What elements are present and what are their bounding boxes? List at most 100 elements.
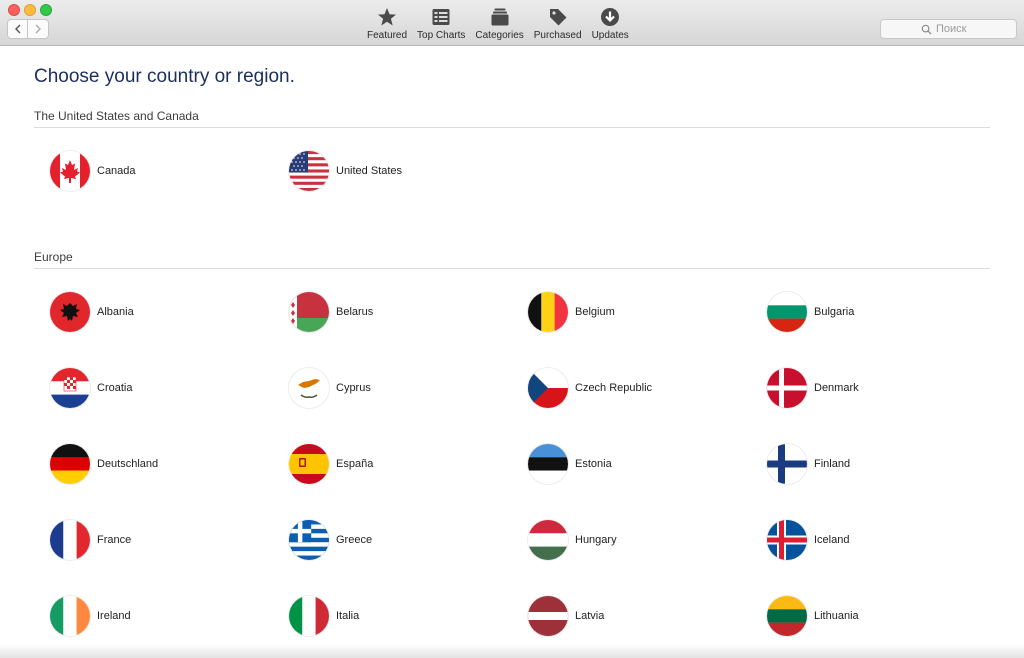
country-name: Lithuania xyxy=(814,610,859,622)
main-content: Choose your country or region. The Unite… xyxy=(0,47,1024,658)
navigation-buttons xyxy=(7,19,49,39)
country-name: Estonia xyxy=(575,458,612,470)
section-title-europe: Europe xyxy=(34,250,73,264)
ireland-flag-icon xyxy=(50,596,90,636)
belarus-flag-icon xyxy=(289,292,329,332)
country-name: España xyxy=(336,458,374,470)
france-flag-icon xyxy=(50,520,90,560)
country-name: Denmark xyxy=(814,382,859,394)
tab-label: Categories xyxy=(475,30,524,41)
country-name: France xyxy=(97,534,132,546)
denmark-flag-icon xyxy=(767,368,807,408)
tab-label: Updates xyxy=(591,30,629,41)
country-name: Canada xyxy=(97,165,136,177)
search-field[interactable] xyxy=(880,19,1017,39)
tab-featured[interactable]: Featured xyxy=(362,6,412,42)
country-name: Greece xyxy=(336,534,373,546)
country-name: Latvia xyxy=(575,610,605,622)
country-czech-republic[interactable]: Czech Republic xyxy=(528,367,652,409)
star-icon xyxy=(375,6,399,28)
country-name: Finland xyxy=(814,458,851,470)
tab-updates[interactable]: Updates xyxy=(587,6,634,42)
back-button[interactable] xyxy=(7,19,28,39)
forward-button[interactable] xyxy=(28,19,49,39)
latvia-flag-icon xyxy=(528,596,568,636)
country-name: Italia xyxy=(336,610,360,622)
albania-flag-icon xyxy=(50,292,90,332)
tab-label: Purchased xyxy=(533,30,582,41)
country-name: Deutschland xyxy=(97,458,159,470)
country-finland[interactable]: Finland xyxy=(767,443,850,485)
chevron-right-icon xyxy=(35,24,41,34)
finland-flag-icon xyxy=(767,444,807,484)
country-lithuania[interactable]: Lithuania xyxy=(767,595,859,637)
country-cyprus[interactable]: Cyprus xyxy=(289,367,371,409)
toolbar: Featured Top Charts Categories Purchased xyxy=(0,0,1024,46)
country-name: United States xyxy=(336,165,403,177)
country-name: Croatia xyxy=(97,382,133,394)
country-espana[interactable]: España xyxy=(289,443,373,485)
country-iceland[interactable]: Iceland xyxy=(767,519,849,561)
country-name: Ireland xyxy=(97,610,131,622)
country-belgium[interactable]: Belgium xyxy=(528,291,615,333)
country-hungary[interactable]: Hungary xyxy=(528,519,617,561)
country-latvia[interactable]: Latvia xyxy=(528,595,604,637)
czech-flag-icon xyxy=(528,368,568,408)
tab-top-charts[interactable]: Top Charts xyxy=(412,6,470,42)
list-icon xyxy=(429,6,453,28)
estonia-flag-icon xyxy=(528,444,568,484)
page-title: Choose your country or region. xyxy=(34,66,295,87)
cyprus-flag-icon xyxy=(289,368,329,408)
scroll-fade xyxy=(0,644,1024,658)
country-deutschland[interactable]: Deutschland xyxy=(50,443,158,485)
country-name: Iceland xyxy=(814,534,850,546)
italy-flag-icon xyxy=(289,596,329,636)
zoom-window-button[interactable] xyxy=(40,4,52,16)
iceland-flag-icon xyxy=(767,520,807,560)
usa-flag-icon xyxy=(289,151,329,191)
country-belarus[interactable]: Belarus xyxy=(289,291,373,333)
country-bulgaria[interactable]: Bulgaria xyxy=(767,291,854,333)
country-name: Bulgaria xyxy=(814,306,855,318)
country-name: Hungary xyxy=(575,534,617,546)
canada-flag-icon xyxy=(50,151,90,191)
stack-icon xyxy=(488,6,512,28)
app-store-window: Featured Top Charts Categories Purchased xyxy=(0,0,1024,658)
country-name: Albania xyxy=(97,306,134,318)
bulgaria-flag-icon xyxy=(767,292,807,332)
tab-label: Top Charts xyxy=(417,30,466,41)
tab-purchased[interactable]: Purchased xyxy=(529,6,587,42)
croatia-flag-icon xyxy=(50,368,90,408)
lithuania-flag-icon xyxy=(767,596,807,636)
country-france[interactable]: France xyxy=(50,519,131,561)
tag-icon xyxy=(546,6,570,28)
close-window-button[interactable] xyxy=(8,4,20,16)
country-denmark[interactable]: Denmark xyxy=(767,367,859,409)
country-albania[interactable]: Albania xyxy=(50,291,134,333)
country-name: Belgium xyxy=(575,306,615,318)
country-estonia[interactable]: Estonia xyxy=(528,443,612,485)
germany-flag-icon xyxy=(50,444,90,484)
country-croatia[interactable]: Croatia xyxy=(50,367,132,409)
tab-categories[interactable]: Categories xyxy=(470,6,528,42)
country-ireland[interactable]: Ireland xyxy=(50,595,131,637)
country-greece[interactable]: Greece xyxy=(289,519,372,561)
tab-label: Featured xyxy=(367,30,408,41)
hungary-flag-icon xyxy=(528,520,568,560)
minimize-window-button[interactable] xyxy=(24,4,36,16)
country-united-states[interactable]: United States xyxy=(289,150,402,192)
download-arrow-icon xyxy=(598,6,622,28)
search-icon xyxy=(921,24,932,35)
belgium-flag-icon xyxy=(528,292,568,332)
search-input[interactable] xyxy=(936,23,976,35)
section-title-us-canada: The United States and Canada xyxy=(34,109,199,123)
chevron-left-icon xyxy=(14,24,20,34)
section-divider xyxy=(34,127,990,128)
country-name: Cyprus xyxy=(336,382,371,394)
greece-flag-icon xyxy=(289,520,329,560)
country-canada[interactable]: Canada xyxy=(50,150,136,192)
spain-flag-icon xyxy=(289,444,329,484)
country-italia[interactable]: Italia xyxy=(289,595,359,637)
toolbar-tabs: Featured Top Charts Categories Purchased xyxy=(362,6,634,42)
country-name: Belarus xyxy=(336,306,374,318)
